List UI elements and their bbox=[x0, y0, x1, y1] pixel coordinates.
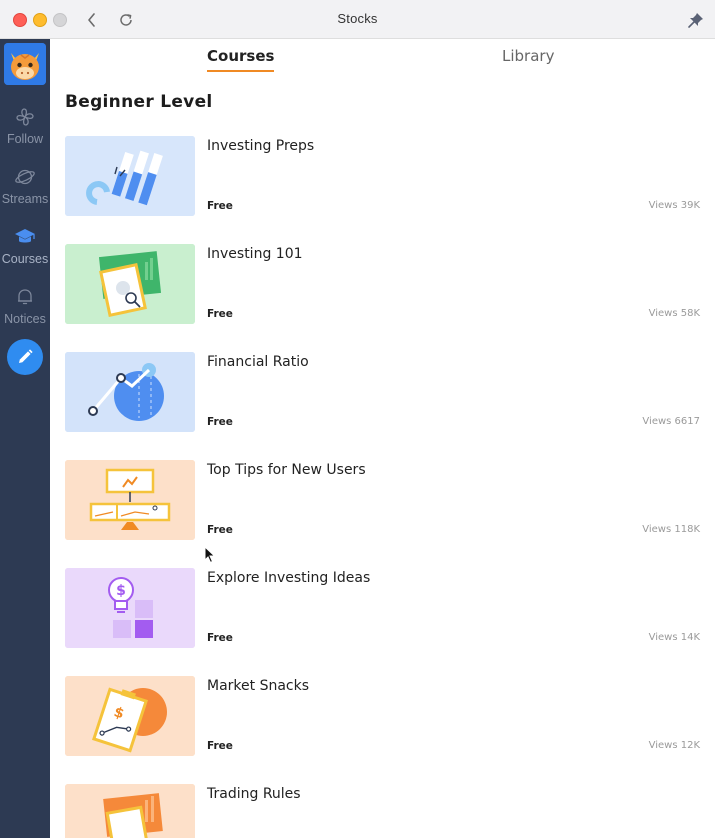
title-bar: Stocks bbox=[0, 0, 715, 39]
course-title: Investing 101 bbox=[207, 246, 303, 262]
course-price: Free bbox=[207, 200, 233, 212]
course-thumbnail bbox=[65, 352, 195, 432]
course-price: Free bbox=[207, 416, 233, 428]
course-card[interactable]: Top Tips for New Users Free Views 118K bbox=[65, 460, 705, 542]
magnet-chart-illustration bbox=[65, 136, 195, 216]
sidebar: Follow Streams Courses Notices bbox=[0, 39, 50, 838]
compose-button[interactable] bbox=[7, 339, 43, 375]
course-card[interactable]: Financial Ratio Free Views 6617 bbox=[65, 352, 705, 434]
sidebar-item-courses[interactable]: Courses bbox=[0, 225, 50, 279]
course-views: Views 12K bbox=[648, 740, 700, 751]
course-title: Trading Rules bbox=[207, 786, 301, 802]
course-thumbnail bbox=[65, 136, 195, 216]
planet-icon bbox=[15, 169, 35, 185]
sidebar-item-label: Notices bbox=[4, 312, 46, 326]
sidebar-item-follow[interactable]: Follow bbox=[0, 105, 50, 159]
section-title: Beginner Level bbox=[65, 92, 213, 112]
app-logo[interactable] bbox=[4, 43, 46, 85]
course-title: Financial Ratio bbox=[207, 354, 309, 370]
svg-text:$: $ bbox=[116, 583, 126, 599]
course-price: Free bbox=[207, 524, 233, 536]
course-title: Investing Preps bbox=[207, 138, 315, 154]
course-views: Views 14K bbox=[648, 632, 700, 643]
tab-courses[interactable]: Courses bbox=[207, 47, 275, 72]
pinwheel-icon bbox=[16, 108, 34, 126]
course-thumbnail bbox=[65, 460, 195, 540]
course-card[interactable]: $ Explore Investing Ideas Free Views 14K bbox=[65, 568, 705, 650]
mouse-cursor-icon bbox=[204, 546, 216, 564]
course-title: Market Snacks bbox=[207, 678, 310, 694]
pin-icon bbox=[688, 13, 703, 28]
sidebar-item-streams[interactable]: Streams bbox=[0, 165, 50, 219]
lightbulb-dollar-illustration: $ bbox=[65, 568, 195, 648]
clipboard-magnifier-illustration bbox=[65, 244, 195, 324]
course-price: Free bbox=[207, 632, 233, 644]
graduation-cap-icon bbox=[15, 229, 35, 243]
pencil-icon bbox=[19, 349, 33, 363]
sidebar-item-notices[interactable]: Notices bbox=[0, 285, 50, 339]
sidebar-item-label: Courses bbox=[1, 252, 49, 266]
course-views: Views 39K bbox=[648, 200, 700, 211]
tab-label: Courses bbox=[207, 47, 275, 65]
clipboard-dollar-illustration: $ bbox=[65, 676, 195, 756]
window-title: Stocks bbox=[337, 11, 378, 26]
ratio-pie-illustration bbox=[65, 352, 195, 432]
course-views: Views 118K bbox=[642, 524, 700, 535]
active-tab-indicator bbox=[207, 70, 275, 72]
flowchart-illustration bbox=[65, 460, 195, 540]
course-title: Explore Investing Ideas bbox=[207, 570, 371, 586]
course-card[interactable]: Trading Rules bbox=[65, 784, 705, 838]
sidebar-item-label: Streams bbox=[1, 192, 49, 206]
course-thumbnail: $ bbox=[65, 676, 195, 756]
course-title: Top Tips for New Users bbox=[207, 462, 366, 478]
course-price: Free bbox=[207, 740, 233, 752]
course-card[interactable]: Investing 101 Free Views 58K bbox=[65, 244, 705, 326]
bell-icon bbox=[18, 289, 32, 305]
tab-label: Library bbox=[502, 47, 555, 65]
course-thumbnail bbox=[65, 784, 195, 838]
bull-mascot-icon bbox=[4, 43, 46, 85]
sidebar-item-label: Follow bbox=[6, 132, 44, 146]
course-views: Views 58K bbox=[648, 308, 700, 319]
pin-button[interactable] bbox=[687, 11, 705, 29]
course-views: Views 6617 bbox=[642, 416, 700, 427]
course-thumbnail: $ bbox=[65, 568, 195, 648]
tab-bar: Courses Library bbox=[50, 39, 715, 79]
course-card[interactable]: $ Market Snacks Free Views 12K bbox=[65, 676, 705, 758]
rules-list-illustration bbox=[65, 784, 195, 838]
course-thumbnail bbox=[65, 244, 195, 324]
app-window: Stocks Follow Streams Courses Notices Co… bbox=[0, 0, 715, 838]
course-card[interactable]: Investing Preps Free Views 39K bbox=[65, 136, 705, 218]
main-content: Courses Library Beginner Level Investing… bbox=[50, 39, 715, 838]
course-price: Free bbox=[207, 308, 233, 320]
tab-library[interactable]: Library bbox=[502, 47, 554, 65]
